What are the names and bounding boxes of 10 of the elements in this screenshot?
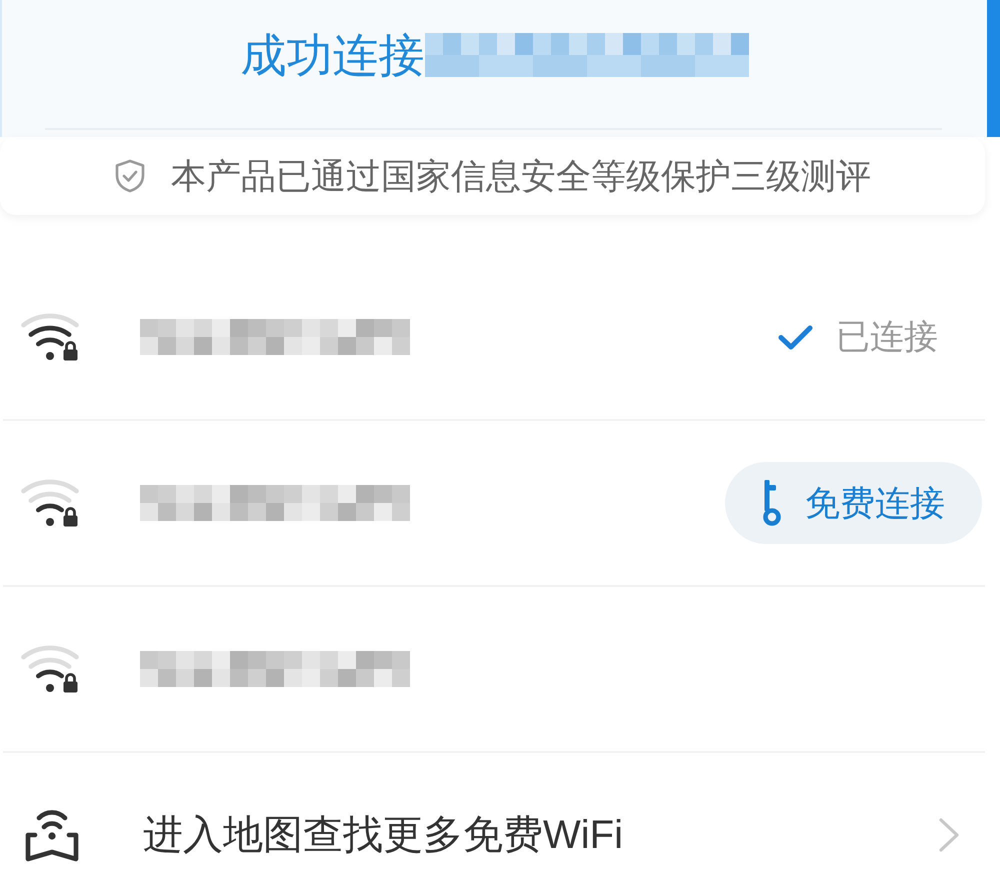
connection-title: 成功连接 (240, 32, 424, 78)
security-notice: 本产品已通过国家信息安全等级保护三级测评 (171, 158, 871, 194)
key-icon (763, 480, 781, 526)
chevron-right-icon (938, 817, 960, 853)
connection-status: 已连接 (836, 320, 938, 354)
map-entry-link[interactable]: 进入地图查找更多免费WiFi (143, 815, 623, 855)
map-wifi-icon (24, 808, 80, 862)
shield-check-icon (114, 159, 146, 193)
free-connect-button[interactable]: 免费连接 (725, 462, 982, 544)
check-icon (778, 324, 813, 350)
